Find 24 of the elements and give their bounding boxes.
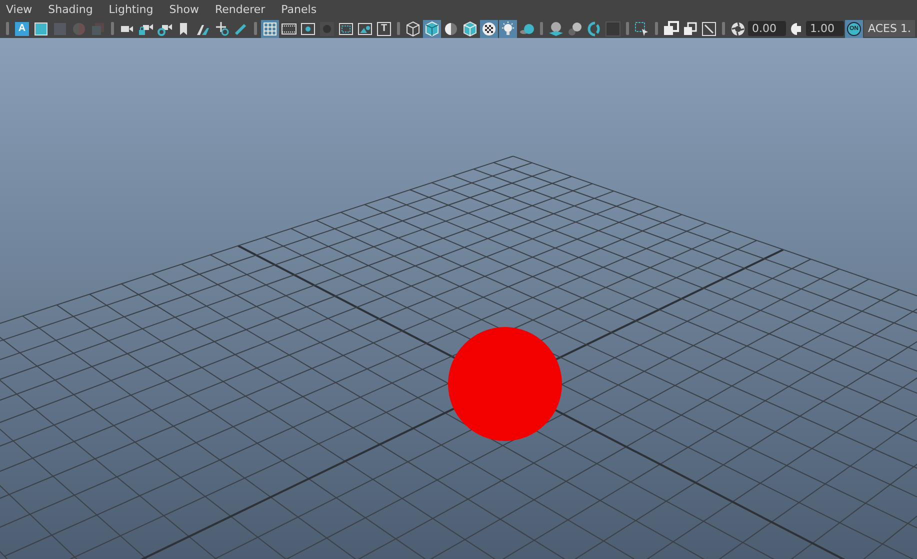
menu-item[interactable]: Shading bbox=[48, 3, 93, 16]
light-bulb-icon[interactable] bbox=[499, 20, 517, 38]
squares-outline-icon[interactable] bbox=[681, 20, 699, 38]
menu-item[interactable]: Lighting bbox=[108, 3, 154, 16]
letter-icon[interactable]: T bbox=[375, 20, 393, 38]
spheres-icon[interactable] bbox=[566, 20, 584, 38]
menu-item[interactable]: Panels bbox=[281, 3, 317, 16]
menu-item[interactable]: View bbox=[6, 3, 32, 16]
aperture-icon[interactable] bbox=[729, 20, 747, 38]
number-field[interactable]: 1.00 bbox=[806, 21, 844, 36]
crosshair-icon[interactable] bbox=[213, 20, 231, 38]
ring-icon[interactable] bbox=[585, 20, 603, 38]
shaded-cube-icon[interactable] bbox=[423, 20, 441, 38]
menu-item[interactable]: Renderer bbox=[214, 3, 266, 16]
wireframe-cube-icon[interactable] bbox=[404, 20, 422, 38]
frame-icon[interactable] bbox=[32, 20, 50, 38]
wire-cube-icon[interactable] bbox=[461, 20, 479, 38]
dropdown[interactable]: ACES 1. bbox=[864, 20, 915, 37]
grid-icon[interactable] bbox=[261, 20, 279, 38]
edit-icon[interactable] bbox=[700, 20, 718, 38]
menu-item[interactable]: Show bbox=[169, 3, 199, 16]
squares-icon[interactable] bbox=[662, 20, 680, 38]
number-field[interactable]: 0.00 bbox=[748, 21, 786, 36]
checker-icon[interactable] bbox=[480, 20, 498, 38]
